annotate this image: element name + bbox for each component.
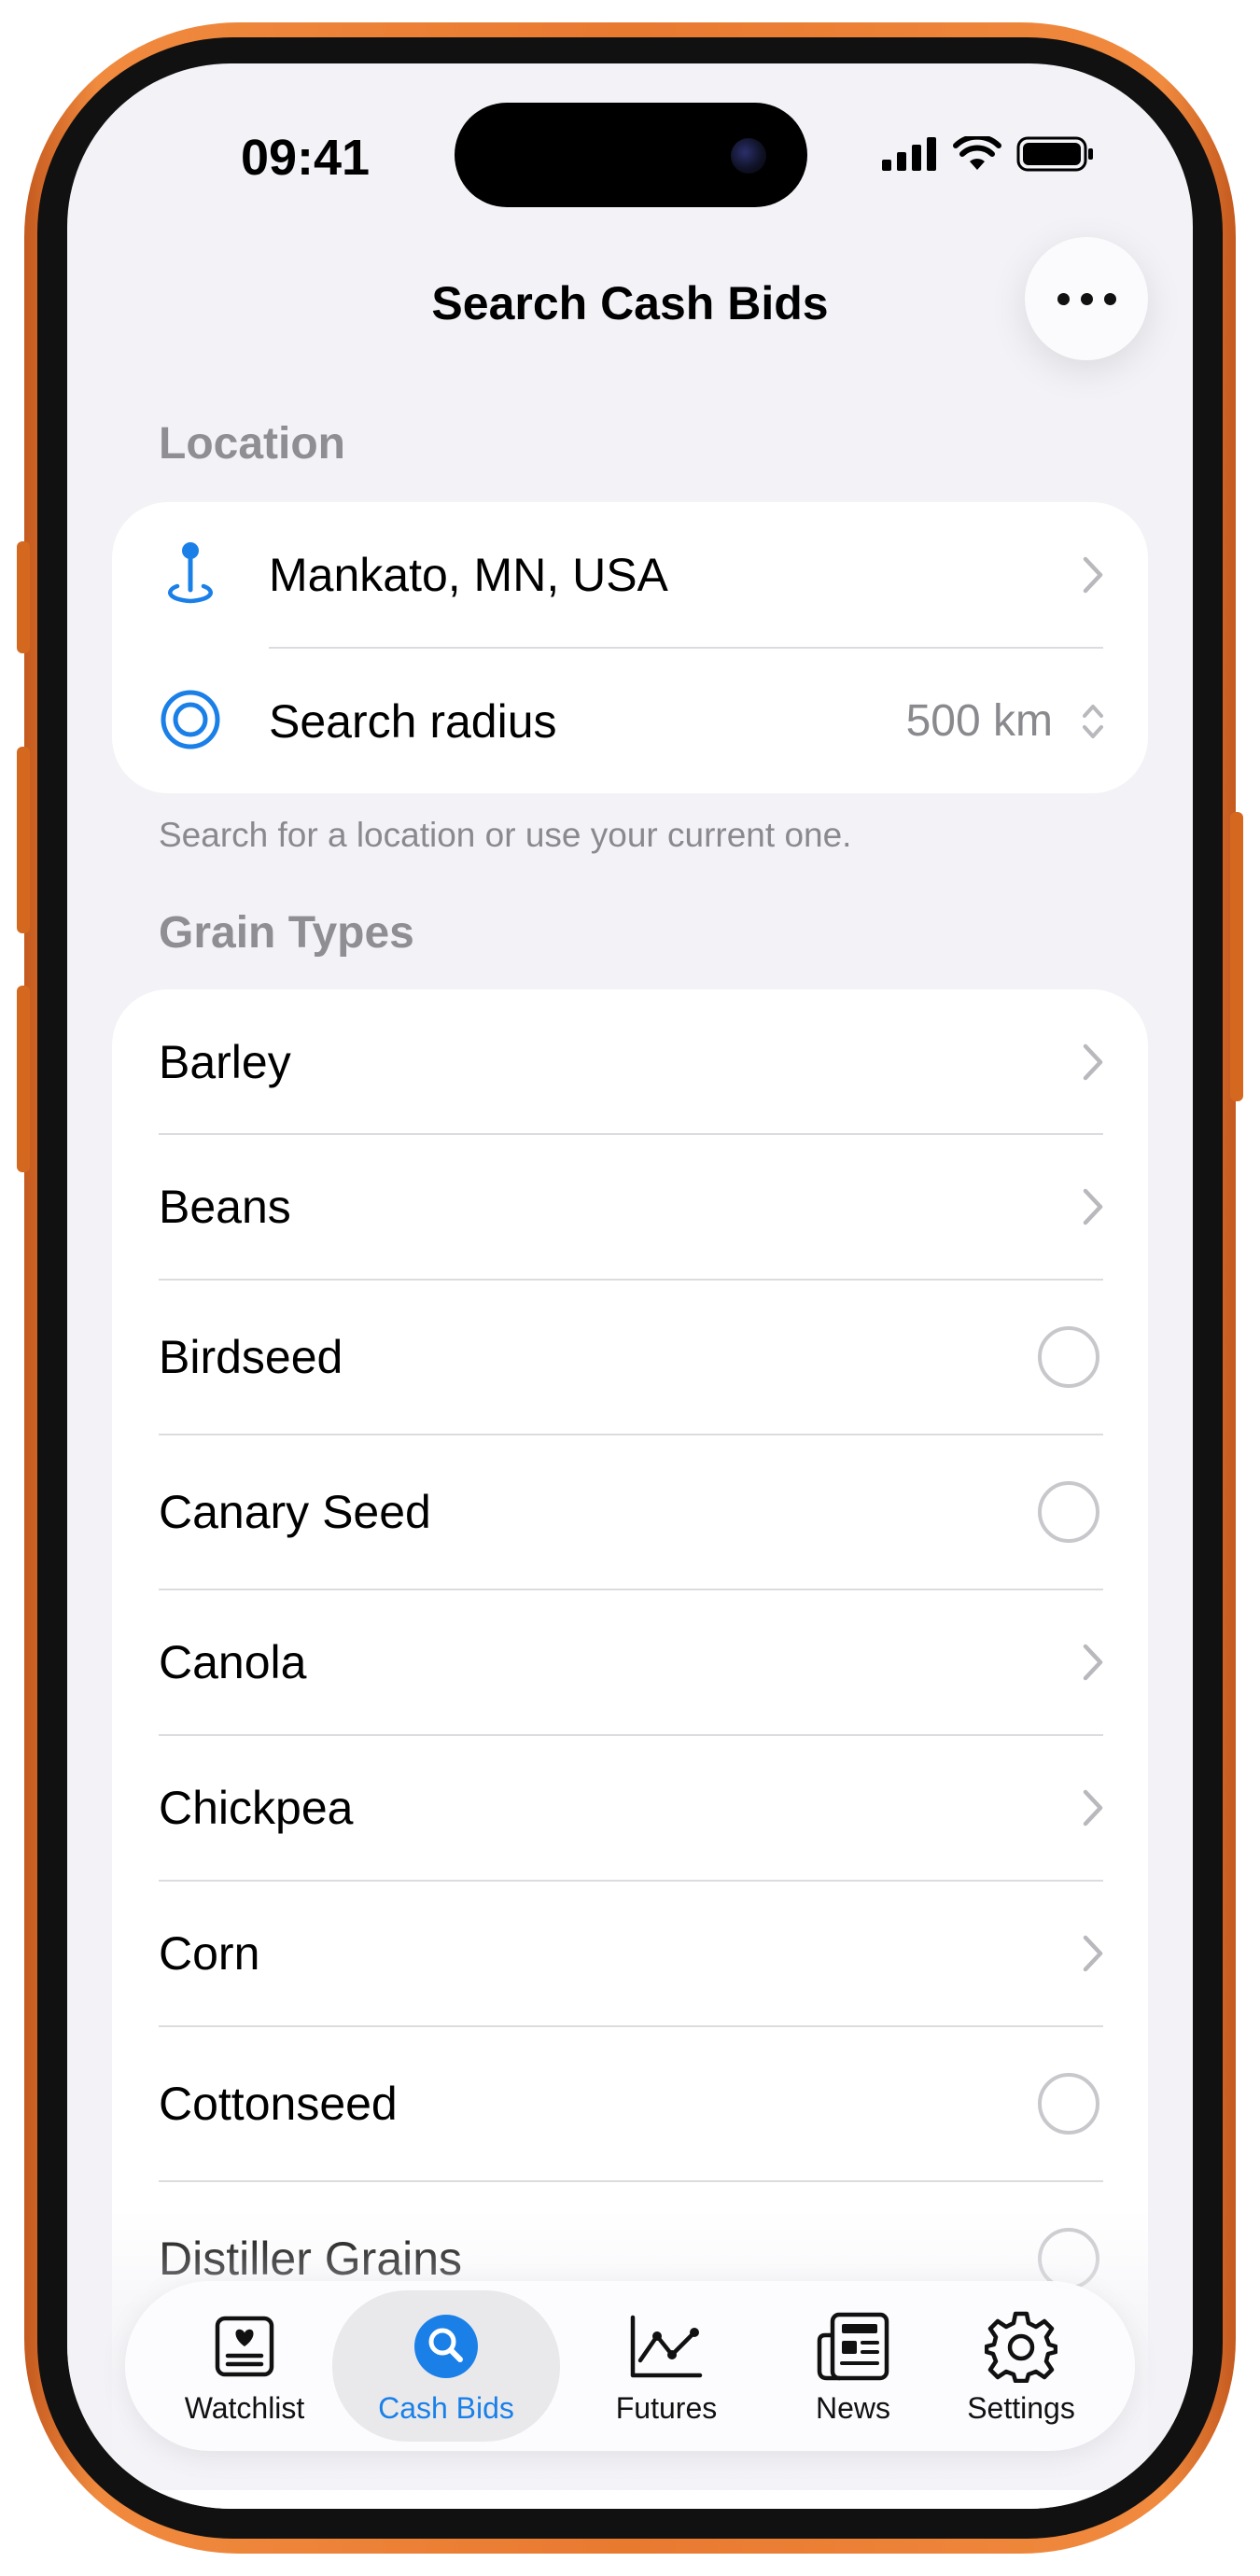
tab-label: News — [815, 2391, 890, 2425]
gear-icon — [985, 2307, 1057, 2386]
chevron-right-icon — [1083, 1188, 1103, 1225]
tab-label: Futures — [615, 2391, 718, 2425]
selection-circle-icon[interactable] — [1038, 1326, 1099, 1388]
tab-label: Cash Bids — [378, 2391, 514, 2425]
power-button — [1230, 812, 1243, 1101]
wifi-icon — [953, 136, 1001, 170]
selection-circle-icon[interactable] — [1038, 2073, 1099, 2135]
ellipsis-icon — [1057, 292, 1070, 305]
grain-row[interactable]: Corn — [112, 1881, 1148, 2026]
watchlist-icon — [212, 2307, 277, 2386]
grain-row[interactable]: Cottonseed — [112, 2026, 1148, 2181]
chevron-right-icon — [1083, 1043, 1103, 1080]
chart-icon — [629, 2307, 704, 2386]
tab-bar: Watchlist Cash Bids Futures News Setting… — [125, 2281, 1135, 2451]
dynamic-island — [455, 103, 807, 207]
search-icon — [413, 2307, 480, 2386]
chevron-right-icon — [1083, 1935, 1103, 1972]
grain-row[interactable]: Birdseed — [112, 1280, 1148, 1435]
location-section-header: Location — [159, 419, 345, 469]
map-pin-icon — [159, 541, 222, 609]
grain-label: Beans — [159, 1181, 291, 1233]
status-time: 09:41 — [240, 130, 371, 186]
grain-label: Chickpea — [159, 1782, 354, 1834]
chevron-up-down-icon — [1083, 704, 1103, 738]
search-radius-value: 500 km — [905, 696, 1053, 746]
grain-row[interactable]: Canary Seed — [112, 1435, 1148, 1589]
location-value: Mankato, MN, USA — [269, 548, 668, 601]
grain-row[interactable]: Canola — [112, 1589, 1148, 1735]
grain-label: Canola — [159, 1636, 307, 1688]
tab-settings[interactable]: Settings — [928, 2290, 1114, 2442]
chevron-right-icon — [1083, 1644, 1103, 1681]
chevron-right-icon — [1083, 556, 1103, 593]
grain-row[interactable]: Beans — [112, 1134, 1148, 1280]
status-icons — [882, 136, 1095, 172]
grain-label: Corn — [159, 1927, 260, 1980]
location-row[interactable]: Mankato, MN, USA — [112, 502, 1148, 647]
tab-news[interactable]: News — [760, 2290, 946, 2442]
screen: 09:41 Search Cash Bids Location Mankato,… — [67, 63, 1193, 2509]
cellular-signal-icon — [882, 137, 936, 171]
search-radius-row[interactable]: Search radius 500 km — [112, 649, 1148, 793]
selection-circle-icon[interactable] — [1038, 1481, 1099, 1543]
grain-label: Birdseed — [159, 1331, 343, 1383]
grain-section-header: Grain Types — [159, 908, 414, 958]
ellipsis-dot — [1080, 292, 1093, 305]
volume-down-button — [17, 986, 30, 1172]
volume-up-button — [17, 747, 30, 933]
page-title: Search Cash Bids — [431, 277, 829, 329]
chevron-right-icon — [1083, 1789, 1103, 1827]
location-card: Mankato, MN, USA Search radius 500 km — [112, 502, 1148, 793]
tab-label: Watchlist — [184, 2391, 305, 2425]
grain-label: Cottonseed — [159, 2078, 398, 2130]
tab-futures[interactable]: Futures — [573, 2290, 760, 2442]
location-footer-note: Search for a location or use your curren… — [159, 816, 852, 854]
target-icon — [159, 686, 222, 753]
grain-label: Distiller Grains — [159, 2233, 463, 2285]
action-button — [17, 541, 30, 653]
grain-label: Canary Seed — [159, 1486, 431, 1538]
grain-row[interactable]: Barley — [112, 989, 1148, 1134]
tab-cash-bids[interactable]: Cash Bids — [332, 2290, 560, 2442]
ellipsis-dot — [1103, 292, 1116, 305]
tab-watchlist[interactable]: Watchlist — [151, 2290, 338, 2442]
tab-label: Settings — [967, 2391, 1075, 2425]
battery-icon — [1016, 136, 1093, 172]
grain-label: Barley — [159, 1035, 291, 1088]
newspaper-icon — [816, 2307, 890, 2386]
more-button[interactable] — [1025, 237, 1148, 360]
grain-row[interactable]: Chickpea — [112, 1735, 1148, 1881]
camera-icon — [731, 138, 766, 174]
search-radius-label: Search radius — [269, 694, 557, 748]
